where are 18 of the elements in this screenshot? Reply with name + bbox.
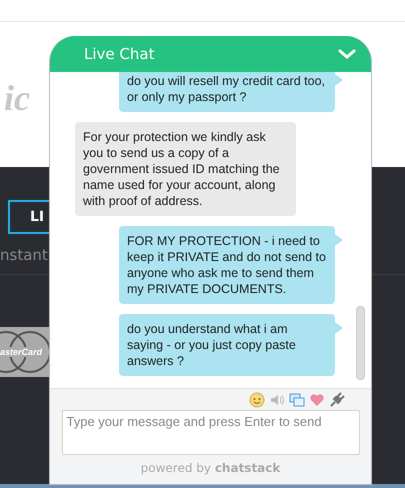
- bubble-tail: [335, 234, 343, 246]
- bubble-tail: [335, 74, 343, 86]
- heart-icon[interactable]: [309, 392, 325, 408]
- card-logo: asterCard: [0, 327, 50, 377]
- scrollbar[interactable]: [356, 306, 365, 380]
- chat-title: Live Chat: [84, 45, 154, 63]
- plug-icon[interactable]: [329, 392, 345, 408]
- smiley-icon[interactable]: [249, 392, 265, 408]
- bubble-tail: [335, 322, 343, 334]
- powered-by-text: powered by chatstack: [140, 461, 280, 475]
- message-bubble: do you will resell my credit card too, or only my passport ?: [119, 72, 335, 112]
- message-bubble: do you understand what i am saying - or you just copy paste answers ?: [119, 314, 335, 376]
- windows-icon[interactable]: [289, 392, 305, 408]
- message-input[interactable]: Type your message and press Enter to send: [62, 410, 360, 455]
- message-bubble: For your protection we kindly ask you to send us a copy of a government issued ID matching the name used for your account, along with proof of address.: [75, 122, 296, 216]
- message-bubble: FOR MY PROTECTION - i need to keep it PRIVATE and do not send to anyone who ask me to send them my PRIVATE DOCUMENTS.: [119, 226, 335, 304]
- tagline: nstant: [0, 246, 48, 264]
- chevron-icon[interactable]: [338, 49, 356, 59]
